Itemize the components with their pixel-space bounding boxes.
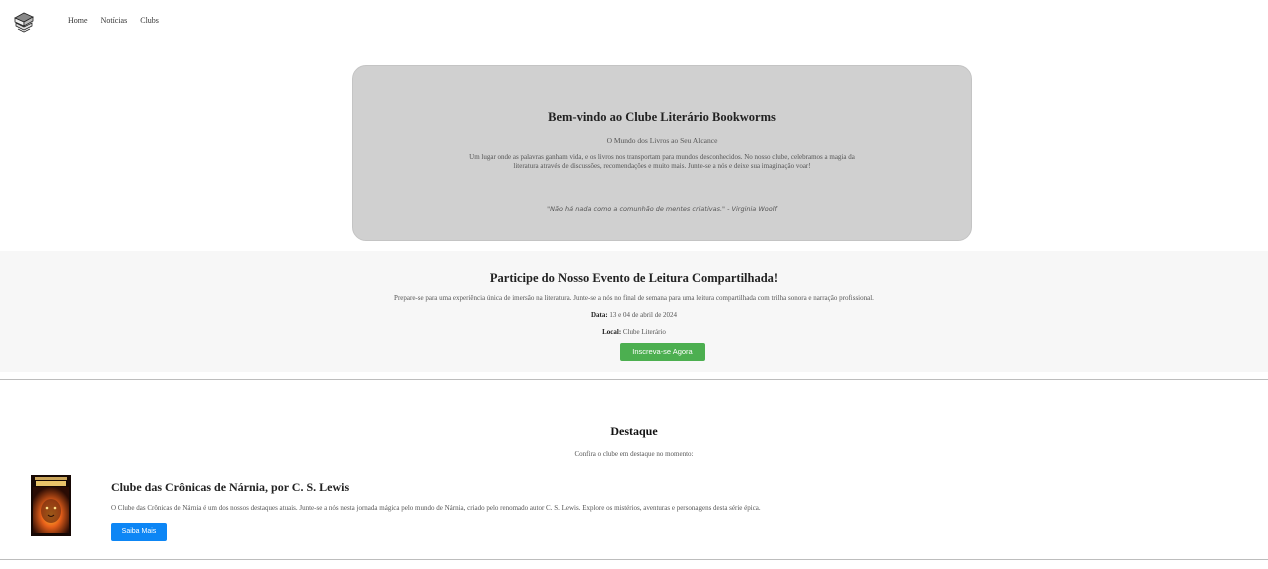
- event-date: Data: 13 e 04 de abril de 2024: [0, 311, 1268, 319]
- hero-quote: "Não há nada como a comunhão de mentes c…: [547, 205, 777, 213]
- hero-body-text: Um lugar onde as palavras ganham vida, e…: [469, 153, 855, 170]
- section-divider: [0, 379, 1268, 380]
- featured-subtitle: Confira o clube em destaque no momento:: [574, 450, 694, 458]
- hero-subtitle: O Mundo dos Livros ao Seu Alcance: [606, 136, 718, 145]
- event-section: Participe do Nosso Evento de Leitura Com…: [0, 251, 1268, 372]
- event-date-label: Data:: [590, 311, 608, 319]
- subscribe-button[interactable]: Inscreva-se Agora: [620, 343, 705, 361]
- event-date-value: 13 e 04 de abril de 2024: [607, 311, 678, 319]
- featured-title: Destaque: [610, 424, 658, 438]
- bookworm-logo-icon[interactable]: [12, 10, 36, 34]
- bottom-divider: [0, 559, 1268, 560]
- hero-banner: Bem-vindo ao Clube Literário Bookworms O…: [352, 65, 972, 241]
- narnia-book-cover-icon[interactable]: [31, 475, 71, 536]
- club-description: O Clube das Crônicas de Nárnia é um dos …: [111, 504, 761, 512]
- club-title: Clube das Crônicas de Nárnia, por C. S. …: [111, 480, 350, 494]
- event-title: Participe do Nosso Evento de Leitura Com…: [489, 271, 779, 285]
- event-place: Local: Clube Literário: [0, 328, 1268, 336]
- nav-link-home[interactable]: Home: [68, 16, 88, 25]
- nav-link-noticias[interactable]: Notícias: [101, 16, 128, 25]
- top-nav: Home Notícias Clubs: [0, 0, 1268, 44]
- hero-title: Bem-vindo ao Clube Literário Bookworms: [548, 110, 776, 124]
- nav-link-clubs[interactable]: Clubs: [140, 16, 159, 25]
- event-place-label: Local:: [602, 328, 622, 336]
- event-place-value: Clube Literário: [621, 328, 666, 336]
- event-description: Prepare-se para uma experiência única de…: [394, 294, 874, 302]
- learn-more-button[interactable]: Saiba Mais: [111, 523, 167, 541]
